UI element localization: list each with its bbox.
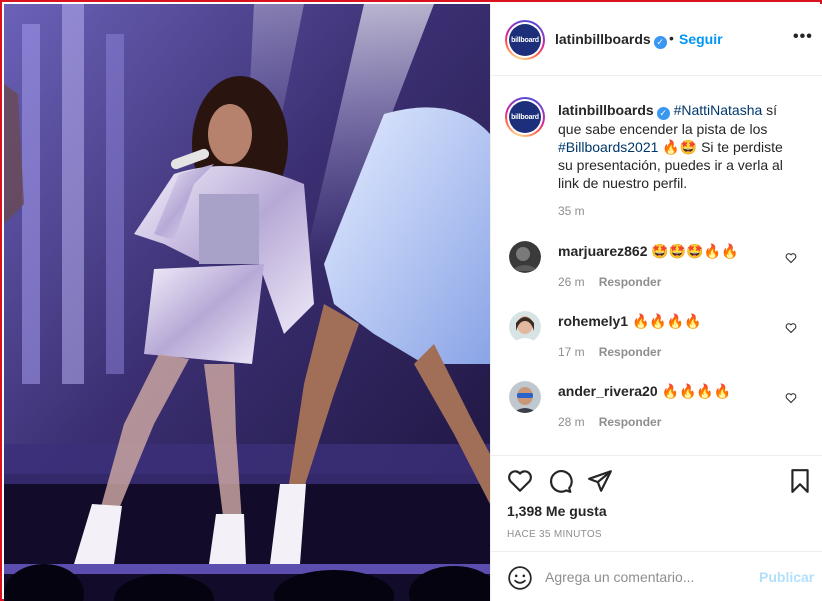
post-timestamp[interactable]: HACE 35 MINUTOS [507,529,602,540]
caption-emojis: 🔥🤩 [658,139,702,155]
commenter-username[interactable]: rohemely1 [558,313,628,329]
billboard-logo: billboard [509,24,541,56]
commenter-username[interactable]: ander_rivera20 [558,383,658,399]
add-comment-bar: Publicar [491,551,822,601]
post-window: billboard latinbillboards ✓ • Seguir ••• … [0,0,822,601]
commenter-avatar[interactable] [509,241,541,273]
like-heart-icon[interactable] [507,468,533,494]
post-actions: 1,398 Me gusta HACE 35 MINUTOS [491,455,822,551]
comment: marjuarez862 🤩🤩🤩🔥🔥 [558,243,739,260]
follow-button[interactable]: Seguir [679,31,723,47]
comment-time[interactable]: 26 m [558,275,585,289]
author-username[interactable]: latinbillboards [555,31,651,47]
comment-input[interactable] [545,564,745,590]
author-username-row: latinbillboards ✓ [555,31,667,49]
comment-text: 🤩🤩🤩🔥🔥 [651,243,739,259]
more-options-icon[interactable]: ••• [793,28,813,46]
verified-badge-icon: ✓ [653,36,667,49]
hashtag-link[interactable]: #Billboards2021 [558,139,658,155]
hashtag-link[interactable]: #NattiNatasha [674,102,763,118]
comment-time[interactable]: 17 m [558,345,585,359]
post-side-panel: billboard latinbillboards ✓ • Seguir ••• … [490,4,822,601]
comment-time[interactable]: 28 m [558,415,585,429]
concert-photo [4,4,490,601]
share-paper-plane-icon[interactable] [587,468,613,494]
separator-dot: • [669,30,674,46]
comment-bubble-icon[interactable] [547,468,573,494]
verified-badge-icon: ✓ [656,107,670,120]
commenter-avatar[interactable] [509,381,541,413]
emoji-smile-icon[interactable] [507,565,533,591]
comment-meta: 17 m Responder [558,345,661,359]
caption-username[interactable]: latinbillboards [558,102,654,118]
comment-meta: 28 m Responder [558,415,661,429]
comment-text: 🔥🔥🔥🔥 [661,383,732,399]
comment-like-icon[interactable] [785,322,797,334]
comments-section[interactable]: billboard latinbillboards ✓ #NattiNatasha… [491,77,822,455]
comment: ander_rivera20 🔥🔥🔥🔥 [558,383,731,400]
author-avatar[interactable]: billboard [505,20,545,60]
comment: rohemely1 🔥🔥🔥🔥 [558,313,702,330]
post-caption: latinbillboards ✓ #NattiNatasha sí que sa… [558,101,790,192]
caption-time[interactable]: 35 m [558,204,585,218]
commenter-avatar[interactable] [509,311,541,343]
publish-button[interactable]: Publicar [759,569,814,585]
reply-button[interactable]: Responder [599,415,662,429]
comment-meta: 26 m Responder [558,275,661,289]
caption-avatar[interactable]: billboard [505,97,545,137]
reply-button[interactable]: Responder [599,275,662,289]
post-photo[interactable] [4,4,490,601]
comment-like-icon[interactable] [785,392,797,404]
comment-like-icon[interactable] [785,252,797,264]
commenter-username[interactable]: marjuarez862 [558,243,648,259]
post-header: billboard latinbillboards ✓ • Seguir ••• [491,4,822,76]
save-bookmark-icon[interactable] [787,468,813,494]
comment-text: 🔥🔥🔥🔥 [631,313,702,329]
billboard-logo: billboard [509,101,541,133]
likes-count[interactable]: 1,398 Me gusta [507,503,607,519]
reply-button[interactable]: Responder [599,345,662,359]
